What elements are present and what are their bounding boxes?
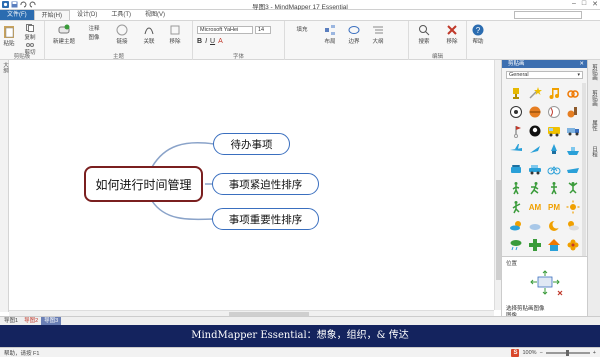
sheet-tab-3[interactable]: 导图3 [41,317,62,325]
clipart-baseball-icon[interactable] [544,102,563,121]
sheet-tab-2[interactable]: 导图2 [21,317,41,325]
clipart-ship-icon[interactable] [563,140,582,159]
clipart-jet-icon[interactable] [525,140,544,159]
side-tabs: 剪贴画 剪贴画 属性 日程 [587,60,600,316]
clipart-airplane-icon[interactable] [506,140,525,159]
clipart-bicycle-icon[interactable] [544,159,563,178]
clipart-grid: AM PM [506,83,582,254]
clipart-panel-header: 剪贴画 ✕ [502,60,587,68]
clipart-cloud-icon[interactable] [525,216,544,235]
clipart-person-jumping-icon[interactable] [563,178,582,197]
chevron-down-icon: ▾ [577,72,580,78]
panel-close-icon[interactable]: ✕ [579,60,584,68]
clipart-rain-icon[interactable] [506,235,525,254]
side-tab-clipart[interactable]: 剪贴画 [590,64,598,81]
clipart-basketball-icon[interactable] [525,102,544,121]
clipart-flower-icon[interactable] [563,235,582,254]
clipart-speedboat-icon[interactable] [563,159,582,178]
subtopic-urgency[interactable]: 事项紧迫性排序 [212,173,319,195]
position-picker[interactable] [522,267,568,299]
sheet-tab-1[interactable]: 导图1 [1,317,21,325]
clipart-person-standing-icon[interactable] [544,178,563,197]
clipart-person-dancing-icon[interactable] [506,197,525,216]
clipart-house-icon[interactable] [544,235,563,254]
svg-text:PM: PM [548,203,560,212]
svg-text:AM: AM [528,203,541,212]
zoom-slider-knob[interactable] [565,350,569,356]
clipart-panel: 剪贴画 ✕ General ▾ AM PM 位置 选择剪贴画图像 [501,60,588,319]
clipart-person-running-icon[interactable] [525,178,544,197]
ime-icon[interactable]: S [511,349,520,357]
clipart-golf-icon[interactable] [506,121,525,140]
status-bar: 帮助，请按 F1 S 100% − + [0,347,600,357]
clipart-soccer-ball-icon[interactable] [506,102,525,121]
clipart-sun-icon[interactable] [563,197,582,216]
clipart-phone-icon[interactable] [506,159,525,178]
side-tab-clipart-2[interactable]: 剪贴画 [590,90,598,107]
clipart-music-note-icon[interactable] [544,83,563,102]
clipart-plus-icon[interactable] [525,235,544,254]
subtopic-todo[interactable]: 待办事项 [213,133,290,155]
status-help-text: 帮助，请按 F1 [4,351,40,357]
clipart-eight-ball-icon[interactable] [525,121,544,140]
clipart-category-select[interactable]: General ▾ [506,71,583,79]
promo-banner: MindMapper Essential：想象，组织，& 传达 [0,325,600,347]
clipart-sun-cloud-icon[interactable] [563,216,582,235]
zoom-out-icon[interactable]: − [540,350,543,356]
side-tab-properties[interactable]: 属性 [590,120,598,131]
clipart-panel-title: 剪贴画 [508,61,525,67]
zoom-in-icon[interactable]: + [593,350,596,356]
vertical-scrollbar[interactable] [494,60,501,310]
clipart-rings-icon[interactable] [563,83,582,102]
sheet-tabs: 导图1 导图2 导图3 [0,316,600,325]
side-tab-schedule[interactable]: 日程 [590,146,598,157]
clipart-partly-cloudy-icon[interactable] [506,216,525,235]
clipart-person-walking-icon[interactable] [506,178,525,197]
clipart-trophy-icon[interactable] [506,83,525,102]
clipart-moon-icon[interactable] [544,216,563,235]
clipart-truck-icon[interactable] [563,121,582,140]
clipart-car-icon[interactable] [525,159,544,178]
clipart-sports-gear-icon[interactable] [563,102,582,121]
clipart-bus-icon[interactable] [544,121,563,140]
position-panel: 位置 选择剪贴画图像 图像 [502,256,588,319]
clipart-star-wand-icon[interactable] [525,83,544,102]
clipart-am-icon[interactable]: AM [525,197,544,216]
clipart-rocket-icon[interactable] [544,140,563,159]
zoom-level: 100% [522,350,537,356]
zoom-slider[interactable] [545,350,590,356]
clipart-pm-icon[interactable]: PM [544,197,563,216]
subtopic-importance[interactable]: 事项重要性排序 [212,208,319,230]
central-topic[interactable]: 如何进行时间管理 [84,166,203,202]
